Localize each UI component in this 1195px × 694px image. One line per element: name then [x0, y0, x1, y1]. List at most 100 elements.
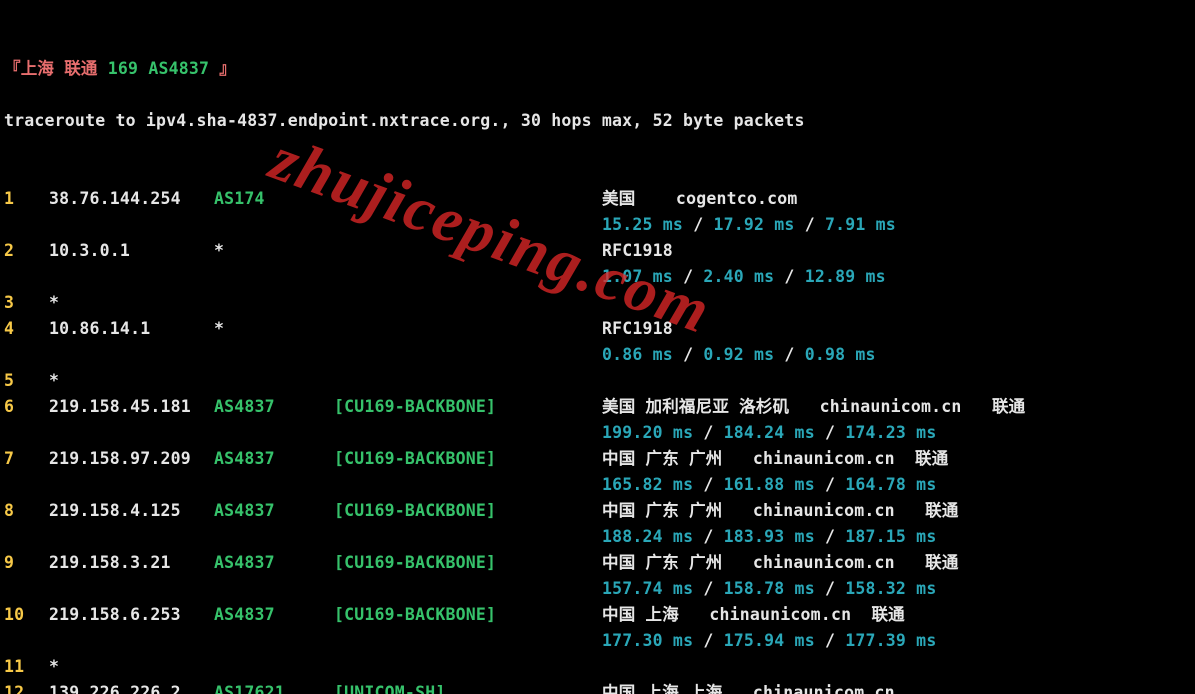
- header-open: 『上海 联通: [4, 56, 108, 82]
- hop-info: 中国 上海 上海 chinaunicom.cn: [602, 680, 895, 694]
- hop-info: RFC1918: [602, 316, 673, 342]
- hop-number: 6: [4, 394, 49, 420]
- hop-number: 12: [4, 680, 49, 694]
- hop-number: 11: [4, 654, 49, 680]
- latency-2: 158.78 ms: [724, 576, 815, 602]
- latency-1: 0.86 ms: [602, 342, 673, 368]
- hop-row: 12139.226.226.2AS17621[UNICOM-SH]中国 上海 上…: [4, 680, 1191, 694]
- latency-sep: /: [693, 420, 723, 446]
- hop-number: 9: [4, 550, 49, 576]
- latency-3: 12.89 ms: [805, 264, 886, 290]
- hop-row: 11*: [4, 654, 1191, 680]
- hop-info: 中国 广东 广州 chinaunicom.cn 联通: [602, 498, 959, 524]
- latency-3: 177.39 ms: [845, 628, 936, 654]
- latency-3: 174.23 ms: [845, 420, 936, 446]
- latency-1: 188.24 ms: [602, 524, 693, 550]
- hop-asn: AS4837: [214, 550, 334, 576]
- hop-info: 中国 上海 chinaunicom.cn 联通: [602, 602, 905, 628]
- hop-backbone-tag: [CU169-BACKBONE]: [334, 394, 602, 420]
- hop-row: 410.86.14.1* RFC1918: [4, 316, 1191, 342]
- latency-2: 2.40 ms: [703, 264, 774, 290]
- hop-info: RFC1918: [602, 238, 673, 264]
- header-close: 』: [209, 56, 236, 82]
- latency-sep: /: [815, 628, 845, 654]
- latency-sep: /: [815, 472, 845, 498]
- terminal-output: 『上海 联通 169 AS4837 』 traceroute to ipv4.s…: [0, 0, 1195, 694]
- hop-ip: 10.3.0.1: [49, 238, 214, 264]
- hop-row: 138.76.144.254AS174美国 cogentco.com: [4, 186, 1191, 212]
- latency-sep: /: [673, 342, 703, 368]
- hop-backbone-tag: [CU169-BACKBONE]: [334, 498, 602, 524]
- hop-number: 7: [4, 446, 49, 472]
- latency-sep: /: [815, 576, 845, 602]
- hop-asn: AS4837: [214, 394, 334, 420]
- latency-2: 161.88 ms: [724, 472, 815, 498]
- hop-latency-row: 1.07 ms / 2.40 ms / 12.89 ms: [4, 264, 1191, 290]
- latency-1: 165.82 ms: [602, 472, 693, 498]
- hop-row: 8219.158.4.125AS4837[CU169-BACKBONE]中国 广…: [4, 498, 1191, 524]
- hop-row: 210.3.0.1* RFC1918: [4, 238, 1191, 264]
- latency-1: 199.20 ms: [602, 420, 693, 446]
- hop-latency-row: 177.30 ms / 175.94 ms / 177.39 ms: [4, 628, 1191, 654]
- latency-2: 183.93 ms: [724, 524, 815, 550]
- hop-latency-row: 0.86 ms / 0.92 ms / 0.98 ms: [4, 342, 1191, 368]
- latency-sep: /: [815, 420, 845, 446]
- hop-number: 8: [4, 498, 49, 524]
- hop-latency-row: 157.74 ms / 158.78 ms / 158.32 ms: [4, 576, 1191, 602]
- hop-latency-row: 165.82 ms / 161.88 ms / 164.78 ms: [4, 472, 1191, 498]
- hop-row: 3*: [4, 290, 1191, 316]
- hop-latency-row: 199.20 ms / 184.24 ms / 174.23 ms: [4, 420, 1191, 446]
- hop-number: 10: [4, 602, 49, 628]
- latency-2: 175.94 ms: [724, 628, 815, 654]
- hop-info: 中国 广东 广州 chinaunicom.cn 联通: [602, 446, 948, 472]
- hop-ip: *: [49, 654, 214, 680]
- hop-ip: 219.158.3.21: [49, 550, 214, 576]
- hop-row: 7219.158.97.209AS4837[CU169-BACKBONE]中国 …: [4, 446, 1191, 472]
- latency-3: 164.78 ms: [845, 472, 936, 498]
- hop-ip: *: [49, 290, 214, 316]
- hop-latency-row: 188.24 ms / 183.93 ms / 187.15 ms: [4, 524, 1191, 550]
- hop-backbone-tag: [CU169-BACKBONE]: [334, 550, 602, 576]
- latency-sep: /: [693, 524, 723, 550]
- hop-backbone-tag: [CU169-BACKBONE]: [334, 446, 602, 472]
- hop-number: 4: [4, 316, 49, 342]
- hop-backbone-tag: [CU169-BACKBONE]: [334, 602, 602, 628]
- latency-sep: /: [693, 576, 723, 602]
- hop-info: 中国 广东 广州 chinaunicom.cn 联通: [602, 550, 959, 576]
- hop-ip: 219.158.45.181: [49, 394, 214, 420]
- hop-latency-row: 15.25 ms / 17.92 ms / 7.91 ms: [4, 212, 1191, 238]
- hop-row: 10219.158.6.253AS4837[CU169-BACKBONE]中国 …: [4, 602, 1191, 628]
- trace-header: 『上海 联通 169 AS4837 』: [4, 56, 1191, 82]
- hop-asn: AS17621: [214, 680, 334, 694]
- latency-2: 184.24 ms: [724, 420, 815, 446]
- hop-ip: *: [49, 368, 214, 394]
- hop-ip: 219.158.4.125: [49, 498, 214, 524]
- hop-asn: AS4837: [214, 602, 334, 628]
- hop-ip: 139.226.226.2: [49, 680, 214, 694]
- latency-sep: /: [693, 472, 723, 498]
- latency-3: 158.32 ms: [845, 576, 936, 602]
- hop-row: 6219.158.45.181AS4837[CU169-BACKBONE]美国 …: [4, 394, 1191, 420]
- latency-sep: /: [774, 342, 804, 368]
- hop-asn: *: [214, 316, 334, 342]
- hop-row: 9219.158.3.21AS4837[CU169-BACKBONE]中国 广东…: [4, 550, 1191, 576]
- hop-backbone-tag: [UNICOM-SH]: [334, 680, 602, 694]
- latency-sep: /: [683, 212, 713, 238]
- trace-command: traceroute to ipv4.sha-4837.endpoint.nxt…: [4, 108, 1191, 134]
- latency-3: 7.91 ms: [825, 212, 896, 238]
- latency-2: 0.92 ms: [703, 342, 774, 368]
- hop-asn: AS4837: [214, 498, 334, 524]
- header-nums: 169 AS4837: [108, 56, 209, 82]
- latency-3: 0.98 ms: [805, 342, 876, 368]
- latency-1: 1.07 ms: [602, 264, 673, 290]
- hop-info: 美国 加利福尼亚 洛杉矶 chinaunicom.cn 联通: [602, 394, 1025, 420]
- latency-3: 187.15 ms: [845, 524, 936, 550]
- latency-2: 17.92 ms: [713, 212, 794, 238]
- hop-asn: AS4837: [214, 446, 334, 472]
- hop-asn: *: [214, 238, 334, 264]
- hop-ip: 10.86.14.1: [49, 316, 214, 342]
- latency-sep: /: [673, 264, 703, 290]
- hop-number: 1: [4, 186, 49, 212]
- hop-ip: 219.158.97.209: [49, 446, 214, 472]
- hop-number: 2: [4, 238, 49, 264]
